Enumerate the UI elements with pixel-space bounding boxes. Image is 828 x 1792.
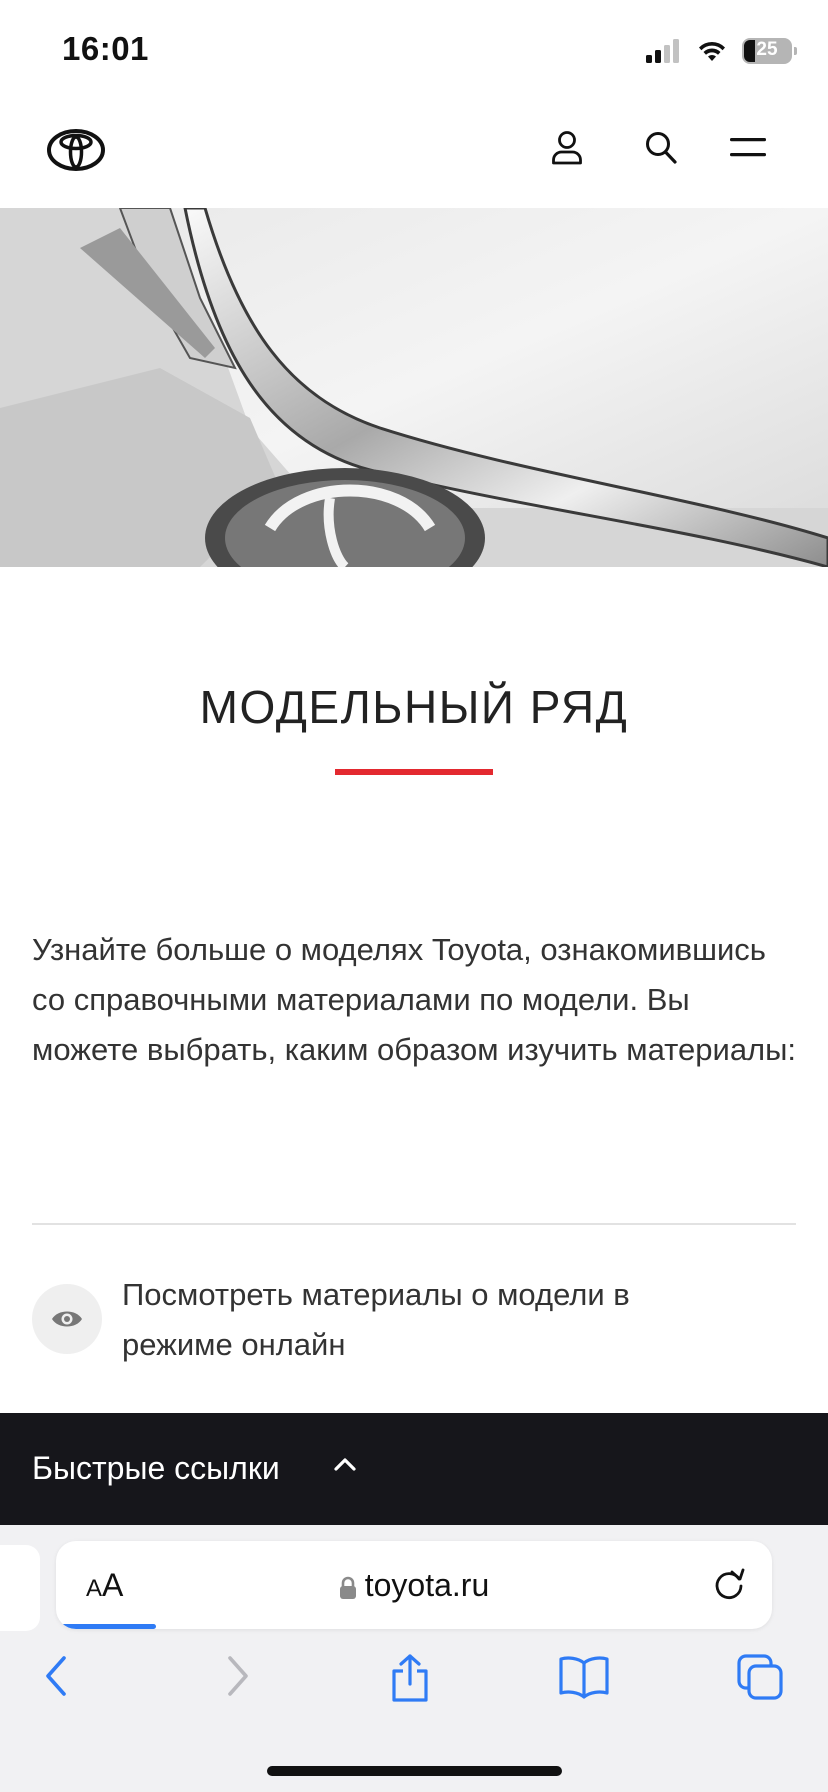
forward-icon[interactable]: [220, 1653, 254, 1699]
address-bar[interactable]: AA toyota.ru: [56, 1541, 772, 1629]
previous-tab-preview[interactable]: [0, 1545, 40, 1631]
battery-icon: 25: [742, 38, 797, 64]
account-button[interactable]: [550, 130, 584, 171]
share-icon[interactable]: [388, 1653, 432, 1703]
option-label: Посмотреть материалы о модели в режиме о…: [122, 1277, 630, 1362]
status-time: 16:01: [62, 30, 149, 67]
lock-icon: [339, 1576, 356, 1599]
site-header: [0, 100, 828, 208]
quick-links-bar[interactable]: Быстрые ссылки: [0, 1413, 828, 1525]
user-icon: [552, 131, 582, 165]
wifi-icon: [699, 41, 725, 61]
home-indicator: [267, 1766, 562, 1776]
toyota-emblem-icon: [47, 129, 105, 171]
menu-button[interactable]: [730, 136, 766, 165]
url-display[interactable]: toyota.ru: [56, 1567, 772, 1604]
section-divider: [32, 1223, 796, 1225]
page-title: МОДЕЛЬНЫЙ РЯД: [199, 681, 629, 733]
title-underline: [335, 769, 493, 775]
url-text: toyota.ru: [364, 1567, 490, 1603]
browser-chrome: AA toyota.ru: [0, 1525, 828, 1792]
reload-icon[interactable]: [712, 1567, 746, 1601]
search-icon: [646, 132, 677, 164]
hamburger-menu-icon: [730, 138, 766, 157]
toyota-logo[interactable]: [46, 128, 106, 177]
cellular-signal-icon: [646, 39, 679, 63]
battery-percent: 25: [756, 39, 778, 60]
status-indicators: 25: [646, 34, 797, 68]
intro-text: Узнайте больше о моделях Toyota, ознаком…: [32, 932, 797, 1067]
hero-image: [0, 208, 828, 567]
tabs-icon[interactable]: [736, 1653, 784, 1701]
page-load-progress: [56, 1624, 157, 1629]
search-button[interactable]: [644, 130, 678, 171]
bookmarks-icon[interactable]: [558, 1653, 610, 1699]
eye-icon: [52, 1311, 82, 1327]
back-icon[interactable]: [40, 1653, 74, 1699]
status-bar: 16:01 25: [0, 0, 828, 100]
eye-icon-circle: [32, 1284, 102, 1354]
car-grille-emblem-image: [0, 208, 828, 567]
chevron-up-icon[interactable]: [330, 1450, 360, 1480]
view-online-option[interactable]: Посмотреть материалы о модели в режиме о…: [32, 1270, 796, 1380]
quick-links-label: Быстрые ссылки: [32, 1450, 280, 1486]
